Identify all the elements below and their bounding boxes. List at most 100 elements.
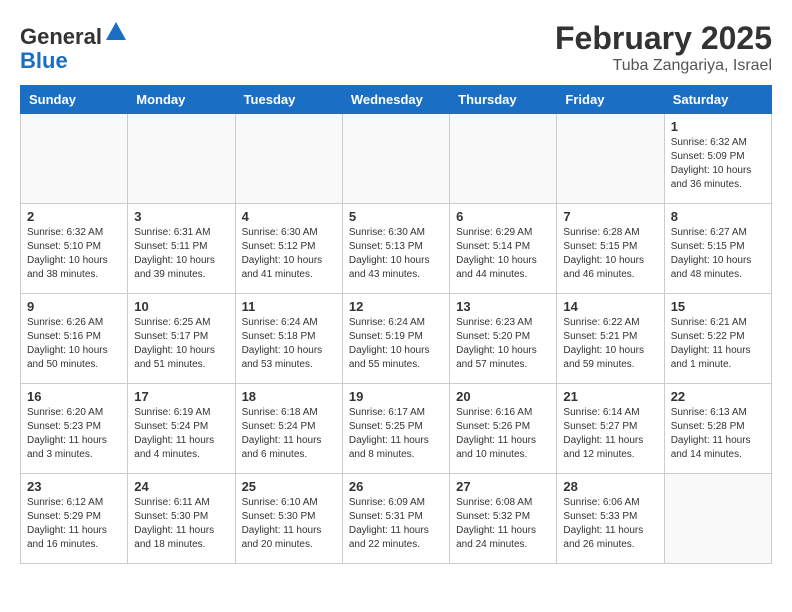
day-number: 14: [563, 299, 657, 314]
calendar-cell: 10 Sunrise: 6:25 AM Sunset: 5:17 PM Dayli…: [128, 294, 235, 384]
calendar-cell: 15 Sunrise: 6:21 AM Sunset: 5:22 PM Dayli…: [664, 294, 771, 384]
day-info: Sunrise: 6:25 AM Sunset: 5:17 PM Dayligh…: [134, 316, 228, 372]
day-number: 17: [134, 389, 228, 404]
day-info: Sunrise: 6:18 AM Sunset: 5:24 PM Dayligh…: [242, 406, 336, 462]
day-number: 28: [563, 479, 657, 494]
calendar-cell: 8Sunrise: 6:27 AM Sunset: 5:15 PM Daylig…: [664, 204, 771, 294]
calendar-cell: 6 Sunrise: 6:29 AM Sunset: 5:14 PM Daylig…: [450, 204, 557, 294]
calendar-cell: [342, 114, 449, 204]
day-info: Sunrise: 6:06 AM Sunset: 5:33 PM Dayligh…: [563, 496, 657, 552]
day-number: 23: [27, 479, 121, 494]
weekday-header-friday: Friday: [557, 86, 664, 114]
calendar-cell: 1Sunrise: 6:32 AM Sunset: 5:09 PM Daylig…: [664, 114, 771, 204]
day-info: Sunrise: 6:09 AM Sunset: 5:31 PM Dayligh…: [349, 496, 443, 552]
calendar-cell: 12Sunrise: 6:24 AM Sunset: 5:19 PM Dayli…: [342, 294, 449, 384]
calendar-cell: 9 Sunrise: 6:26 AM Sunset: 5:16 PM Daylig…: [21, 294, 128, 384]
calendar-cell: [450, 114, 557, 204]
day-info: Sunrise: 6:32 AM Sunset: 5:10 PM Dayligh…: [27, 226, 121, 282]
week-row-4: 16 Sunrise: 6:20 AM Sunset: 5:23 PM Dayli…: [21, 384, 772, 474]
day-number: 5: [349, 209, 443, 224]
day-number: 20: [456, 389, 550, 404]
calendar-cell: 25 Sunrise: 6:10 AM Sunset: 5:30 PM Dayli…: [235, 474, 342, 564]
day-info: Sunrise: 6:13 AM Sunset: 5:28 PM Dayligh…: [671, 406, 765, 462]
calendar-cell: 26 Sunrise: 6:09 AM Sunset: 5:31 PM Dayli…: [342, 474, 449, 564]
day-number: 13: [456, 299, 550, 314]
day-info: Sunrise: 6:10 AM Sunset: 5:30 PM Dayligh…: [242, 496, 336, 552]
calendar-cell: 2 Sunrise: 6:32 AM Sunset: 5:10 PM Daylig…: [21, 204, 128, 294]
calendar-cell: 17 Sunrise: 6:19 AM Sunset: 5:24 PM Dayli…: [128, 384, 235, 474]
day-number: 21: [563, 389, 657, 404]
page-header: General Blue February 2025 Tuba Zangariy…: [20, 20, 772, 75]
calendar-cell: 7Sunrise: 6:28 AM Sunset: 5:15 PM Daylig…: [557, 204, 664, 294]
day-number: 11: [242, 299, 336, 314]
calendar-cell: 4Sunrise: 6:30 AM Sunset: 5:12 PM Daylig…: [235, 204, 342, 294]
calendar-cell: [557, 114, 664, 204]
calendar-cell: 22 Sunrise: 6:13 AM Sunset: 5:28 PM Dayli…: [664, 384, 771, 474]
calendar-title: February 2025: [555, 20, 772, 57]
day-info: Sunrise: 6:11 AM Sunset: 5:30 PM Dayligh…: [134, 496, 228, 552]
day-info: Sunrise: 6:17 AM Sunset: 5:25 PM Dayligh…: [349, 406, 443, 462]
calendar-cell: 14 Sunrise: 6:22 AM Sunset: 5:21 PM Dayli…: [557, 294, 664, 384]
day-number: 27: [456, 479, 550, 494]
day-info: Sunrise: 6:20 AM Sunset: 5:23 PM Dayligh…: [27, 406, 121, 462]
day-info: Sunrise: 6:12 AM Sunset: 5:29 PM Dayligh…: [27, 496, 121, 552]
day-number: 7: [563, 209, 657, 224]
week-row-2: 2 Sunrise: 6:32 AM Sunset: 5:10 PM Daylig…: [21, 204, 772, 294]
day-number: 24: [134, 479, 228, 494]
day-info: Sunrise: 6:21 AM Sunset: 5:22 PM Dayligh…: [671, 316, 765, 372]
day-number: 3: [134, 209, 228, 224]
calendar-cell: [128, 114, 235, 204]
logo-general-text: General: [20, 24, 102, 49]
logo-blue-text: Blue: [20, 48, 68, 73]
calendar-cell: 27 Sunrise: 6:08 AM Sunset: 5:32 PM Dayli…: [450, 474, 557, 564]
calendar-cell: 28 Sunrise: 6:06 AM Sunset: 5:33 PM Dayli…: [557, 474, 664, 564]
calendar-cell: [664, 474, 771, 564]
day-number: 19: [349, 389, 443, 404]
calendar-cell: 18 Sunrise: 6:18 AM Sunset: 5:24 PM Dayli…: [235, 384, 342, 474]
weekday-header-monday: Monday: [128, 86, 235, 114]
day-info: Sunrise: 6:31 AM Sunset: 5:11 PM Dayligh…: [134, 226, 228, 282]
weekday-header-wednesday: Wednesday: [342, 86, 449, 114]
day-number: 10: [134, 299, 228, 314]
day-number: 26: [349, 479, 443, 494]
calendar-cell: [21, 114, 128, 204]
calendar-cell: [235, 114, 342, 204]
calendar-cell: 19 Sunrise: 6:17 AM Sunset: 5:25 PM Dayli…: [342, 384, 449, 474]
day-number: 16: [27, 389, 121, 404]
day-info: Sunrise: 6:32 AM Sunset: 5:09 PM Dayligh…: [671, 136, 765, 192]
day-number: 15: [671, 299, 765, 314]
day-number: 2: [27, 209, 121, 224]
logo: General Blue: [20, 20, 128, 73]
day-info: Sunrise: 6:24 AM Sunset: 5:18 PM Dayligh…: [242, 316, 336, 372]
day-number: 6: [456, 209, 550, 224]
day-number: 9: [27, 299, 121, 314]
calendar-cell: 16 Sunrise: 6:20 AM Sunset: 5:23 PM Dayli…: [21, 384, 128, 474]
week-row-3: 9 Sunrise: 6:26 AM Sunset: 5:16 PM Daylig…: [21, 294, 772, 384]
day-info: Sunrise: 6:29 AM Sunset: 5:14 PM Dayligh…: [456, 226, 550, 282]
day-info: Sunrise: 6:16 AM Sunset: 5:26 PM Dayligh…: [456, 406, 550, 462]
weekday-header-row: SundayMondayTuesdayWednesdayThursdayFrid…: [21, 86, 772, 114]
day-info: Sunrise: 6:22 AM Sunset: 5:21 PM Dayligh…: [563, 316, 657, 372]
day-number: 18: [242, 389, 336, 404]
week-row-5: 23 Sunrise: 6:12 AM Sunset: 5:29 PM Dayli…: [21, 474, 772, 564]
day-info: Sunrise: 6:27 AM Sunset: 5:15 PM Dayligh…: [671, 226, 765, 282]
calendar-table: SundayMondayTuesdayWednesdayThursdayFrid…: [20, 85, 772, 564]
day-info: Sunrise: 6:19 AM Sunset: 5:24 PM Dayligh…: [134, 406, 228, 462]
week-row-1: 1Sunrise: 6:32 AM Sunset: 5:09 PM Daylig…: [21, 114, 772, 204]
weekday-header-saturday: Saturday: [664, 86, 771, 114]
calendar-cell: 3 Sunrise: 6:31 AM Sunset: 5:11 PM Daylig…: [128, 204, 235, 294]
day-number: 25: [242, 479, 336, 494]
logo-icon: [104, 20, 128, 44]
day-info: Sunrise: 6:08 AM Sunset: 5:32 PM Dayligh…: [456, 496, 550, 552]
calendar-cell: 11 Sunrise: 6:24 AM Sunset: 5:18 PM Dayli…: [235, 294, 342, 384]
day-info: Sunrise: 6:23 AM Sunset: 5:20 PM Dayligh…: [456, 316, 550, 372]
weekday-header-tuesday: Tuesday: [235, 86, 342, 114]
day-info: Sunrise: 6:14 AM Sunset: 5:27 PM Dayligh…: [563, 406, 657, 462]
calendar-location: Tuba Zangariya, Israel: [555, 57, 772, 75]
calendar-cell: 24 Sunrise: 6:11 AM Sunset: 5:30 PM Dayli…: [128, 474, 235, 564]
title-block: February 2025 Tuba Zangariya, Israel: [555, 20, 772, 75]
day-info: Sunrise: 6:30 AM Sunset: 5:12 PM Dayligh…: [242, 226, 336, 282]
day-info: Sunrise: 6:26 AM Sunset: 5:16 PM Dayligh…: [27, 316, 121, 372]
calendar-cell: 21 Sunrise: 6:14 AM Sunset: 5:27 PM Dayli…: [557, 384, 664, 474]
day-number: 22: [671, 389, 765, 404]
